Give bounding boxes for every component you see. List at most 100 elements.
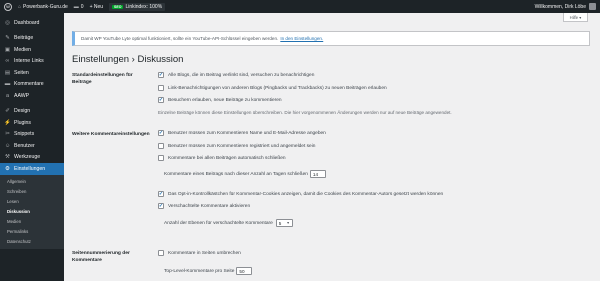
media-icon: ▣ — [4, 46, 11, 53]
checkbox-checked[interactable]: ✓ — [158, 191, 164, 197]
option-label: Alle Blogs, die im Beitrag verlinkt sind… — [168, 72, 315, 78]
youtube-lyte-notice: Damit WP YouTube Lyte optimal funktionie… — [72, 31, 590, 46]
page-title: Einstellungen › Diskussion — [72, 54, 184, 65]
thread-levels-select[interactable]: 5 ▼ — [275, 219, 293, 227]
close-days-row: Kommentare eines Beitrags nach dieser An… — [164, 170, 326, 178]
menu-einstellungen[interactable]: ⚙ Einstellungen — [0, 163, 64, 175]
menu-label: Seiten — [14, 69, 29, 76]
avatar — [589, 3, 596, 10]
comment-bubble-icon: ▬ — [73, 3, 79, 10]
menu-label: AAWP — [14, 92, 30, 99]
menu-kommentare[interactable]: ▬ Kommentare — [0, 79, 64, 91]
checkbox-checked[interactable]: ✓ — [158, 97, 164, 103]
menu-seiten[interactable]: ▤ Seiten — [0, 67, 64, 79]
menu-dashboard[interactable]: ◎ Dashboard — [0, 17, 64, 29]
comments-count: 0 — [80, 3, 84, 10]
thread-levels-label: Anzahl der Ebenen für verschachtelte Kom… — [164, 220, 273, 226]
menu-plugins[interactable]: ⚡ Plugins — [0, 117, 64, 129]
menu-interne-links[interactable]: ∞ Interne Links — [0, 56, 64, 68]
option-label: Kommentare bei allen Beiträgen automatis… — [168, 155, 286, 161]
option-threaded-comments[interactable]: ✓ Verschachtelte Kommentare aktivieren — [158, 203, 250, 209]
admin-bar: W ⌂ Powerbank-Guru.de ▬ 0 + Neu SEO Link… — [0, 0, 600, 13]
rank-indicator[interactable]: SEO Linkindex: 100% — [109, 2, 166, 11]
menu-label: Design — [14, 108, 31, 115]
section-label-paging: Seitennummerierung der Kommentare — [72, 251, 130, 263]
checkbox-unchecked[interactable] — [158, 143, 164, 149]
menu-label: Dashboard — [14, 19, 40, 26]
menu-medien[interactable]: ▣ Medien — [0, 44, 64, 56]
checkbox-unchecked[interactable] — [158, 250, 164, 256]
settings-icon: ⚙ — [5, 165, 10, 172]
menu-label: Snippets — [14, 131, 35, 138]
thread-levels-value: 5 — [278, 220, 282, 226]
option-require-name-email[interactable]: ✓ Benutzer müssen zum Kommentieren Name … — [158, 130, 326, 136]
help-tab-button[interactable]: Hilfe ▾ — [563, 13, 588, 22]
chevron-down-icon: ▼ — [286, 221, 290, 225]
code-icon: ✂ — [5, 131, 10, 138]
menu-aawp[interactable]: a AAWP — [0, 90, 64, 102]
close-days-label: Kommentare eines Beitrags nach dieser An… — [164, 171, 308, 177]
menu-beitraege[interactable]: ✎ Beiträge — [0, 33, 64, 45]
submenu-lesen[interactable]: Lesen — [0, 197, 64, 207]
toplevel-input[interactable]: 50 — [236, 267, 253, 275]
checkbox-checked[interactable]: ✓ — [158, 72, 164, 78]
new-content-link[interactable]: + Neu — [90, 4, 103, 10]
submenu-permalinks[interactable]: Permalinks — [0, 227, 64, 237]
brush-icon: ✐ — [5, 108, 10, 115]
option-label: Kommentare in Seiten umbrechen — [168, 250, 241, 256]
account-menu[interactable]: Willkommen, Dirk Löbe — [535, 3, 596, 10]
menu-label: Beiträge — [14, 35, 34, 42]
admin-sidebar: ◎ Dashboard ✎ Beiträge ▣ Medien ∞ Interne Li… — [0, 13, 64, 281]
pin-icon: ✎ — [5, 35, 10, 42]
main-content: Hilfe ▾ Damit WP YouTube Lyte optimal fu… — [64, 13, 600, 281]
checkbox-unchecked[interactable] — [158, 85, 164, 91]
greeting: Willkommen, Dirk Löbe — [534, 3, 586, 10]
option-label: Verschachtelte Kommentare aktivieren — [168, 203, 251, 209]
settings-submenu: Allgemein Schreiben Lesen Diskussion Med… — [0, 174, 64, 249]
option-label: Benutzer müssen zum Kommentieren registr… — [168, 143, 316, 149]
site-name-link[interactable]: ⌂ Powerbank-Guru.de — [18, 4, 68, 10]
option-label: Besuchern erlauben, neue Beiträge zu kom… — [168, 97, 282, 103]
dashboard-icon: ◎ — [5, 19, 10, 26]
menu-design[interactable]: ✐ Design — [0, 106, 64, 118]
menu-label: Plugins — [14, 119, 32, 126]
comment-icon: ▬ — [4, 81, 11, 88]
toplevel-label: Top-Level-Kommentare pro Seite — [164, 268, 235, 274]
checkbox-checked[interactable]: ✓ — [158, 130, 164, 136]
submenu-medien[interactable]: Medien — [0, 217, 64, 227]
rank-label: Linkindex: 100% — [125, 3, 163, 10]
checkbox-checked[interactable]: ✓ — [158, 203, 164, 209]
site-name: Powerbank-Guru.de — [23, 3, 68, 10]
option-allow-comments[interactable]: ✓ Besuchern erlauben, neue Beiträge zu k… — [158, 97, 282, 103]
page-icon: ▤ — [4, 69, 11, 76]
option-require-registration[interactable]: Benutzer müssen zum Kommentieren registr… — [158, 143, 315, 149]
home-icon: ⌂ — [18, 3, 22, 10]
option-paginate-comments[interactable]: Kommentare in Seiten umbrechen — [158, 250, 241, 256]
menu-werkzeuge[interactable]: ⚒ Werkzeuge — [0, 152, 64, 164]
menu-benutzer[interactable]: ☺ Benutzer — [0, 140, 64, 152]
aawp-icon: a — [5, 92, 10, 99]
wordpress-logo-icon[interactable]: W — [4, 2, 12, 11]
checkbox-unchecked[interactable] — [158, 155, 164, 161]
submenu-schreiben[interactable]: Schreiben — [0, 187, 64, 197]
menu-label: Werkzeuge — [14, 154, 41, 161]
new-label: + Neu — [89, 3, 104, 10]
rank-badge: SEO — [112, 4, 124, 9]
plugin-icon: ⚡ — [4, 119, 11, 126]
comments-link[interactable]: ▬ 0 — [74, 4, 84, 10]
section-label-standard: Standardeinstellungen für Beiträge — [72, 73, 133, 85]
wrench-icon: ⚒ — [5, 154, 10, 161]
close-days-input[interactable]: 14 — [309, 170, 326, 178]
submenu-datenschutz[interactable]: Datenschutz — [0, 237, 64, 247]
notice-text: Damit WP YouTube Lyte optimal funktionie… — [81, 36, 279, 41]
option-allow-pingbacks[interactable]: Link-Benachrichtigungen von anderen Blog… — [158, 85, 387, 91]
submenu-allgemein[interactable]: Allgemein — [0, 177, 64, 187]
option-label: Link-Benachrichtigungen von anderen Blog… — [168, 85, 387, 91]
submenu-diskussion[interactable]: Diskussion — [0, 207, 64, 217]
option-notify-blogs[interactable]: ✓ Alle Blogs, die im Beitrag verlinkt si… — [158, 72, 314, 78]
thread-levels-row: Anzahl der Ebenen für verschachtelte Kom… — [164, 219, 293, 227]
option-auto-close[interactable]: Kommentare bei allen Beiträgen automatis… — [158, 155, 286, 161]
option-cookies-optin[interactable]: ✓ Das Opt-in-Kontrollkästchen für Kommen… — [158, 191, 443, 197]
notice-settings-link[interactable]: In den Einstellungen. — [280, 36, 323, 41]
menu-snippets[interactable]: ✂ Snippets — [0, 129, 64, 141]
